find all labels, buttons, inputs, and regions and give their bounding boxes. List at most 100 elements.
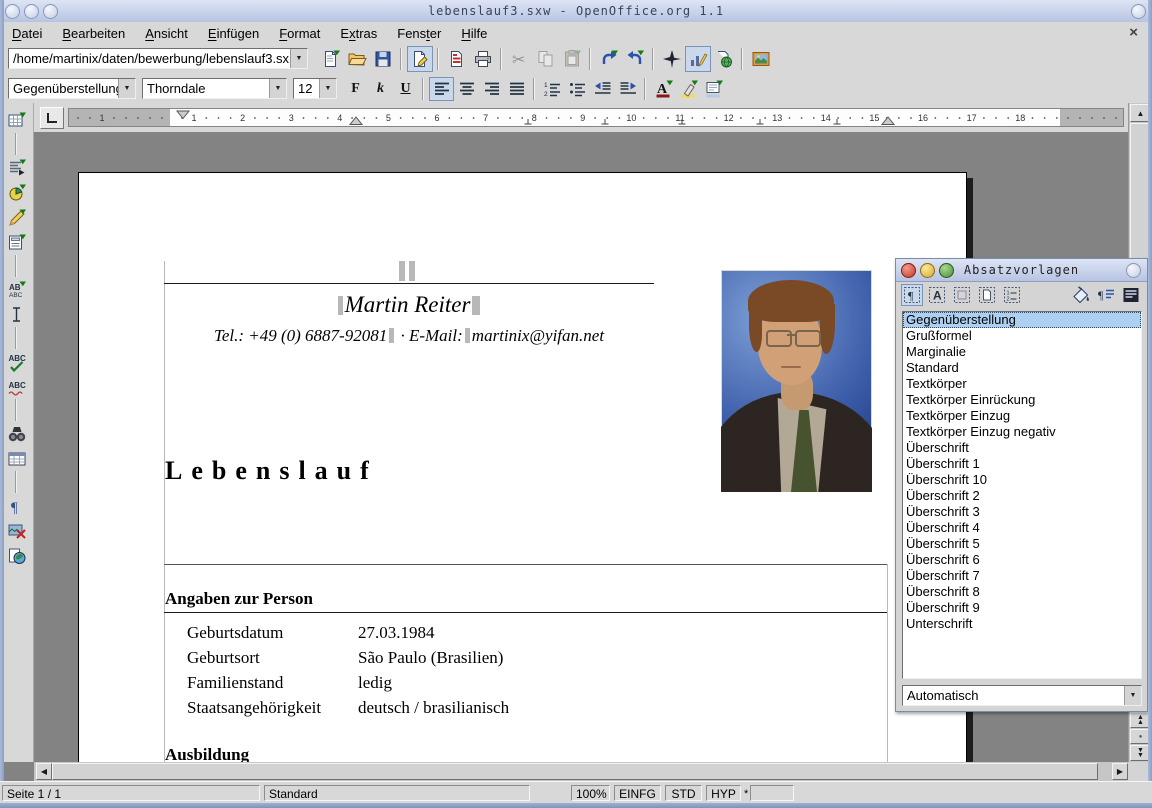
doc-heading[interactable]: Lebenslauf	[165, 456, 378, 486]
style-item-textk-rper[interactable]: Textkörper	[903, 376, 1141, 392]
auto-spellcheck-button[interactable]: ABC	[4, 374, 30, 399]
tab-selector-button[interactable]	[40, 107, 64, 129]
print-button[interactable]	[470, 46, 496, 72]
bullet-list-button[interactable]	[565, 77, 590, 101]
doc-section-education[interactable]: Ausbildung	[165, 745, 249, 762]
align-left-button[interactable]	[429, 77, 454, 101]
menu-format[interactable]: Format	[279, 26, 320, 41]
style-item--berschrift-4[interactable]: Überschrift 4	[903, 520, 1141, 536]
stylist-button[interactable]	[685, 46, 711, 72]
style-item-textk-rper-einr-ckung[interactable]: Textkörper Einrückung	[903, 392, 1141, 408]
style-item--berschrift[interactable]: Überschrift	[903, 440, 1141, 456]
scroll-left-button[interactable]: ◀	[36, 763, 52, 780]
navigator-button[interactable]	[659, 46, 685, 72]
menu-fenster[interactable]: Fenster	[397, 26, 441, 41]
insert-button[interactable]	[4, 155, 30, 180]
style-item-marginalie[interactable]: Marginalie	[903, 344, 1141, 360]
style-item--berschrift-1[interactable]: Überschrift 1	[903, 456, 1141, 472]
numbered-list-button[interactable]: 12	[540, 77, 565, 101]
copy-button[interactable]	[533, 46, 559, 72]
spellcheck-button[interactable]: ABC	[4, 349, 30, 374]
horizontal-ruler[interactable]: 1123456789101112131415161718	[68, 108, 1124, 127]
style-item--berschrift-2[interactable]: Überschrift 2	[903, 488, 1141, 504]
style-item-gru-formel[interactable]: Grußformel	[903, 328, 1141, 344]
paragraph-background-button[interactable]	[701, 77, 726, 101]
style-item--berschrift-6[interactable]: Überschrift 6	[903, 552, 1141, 568]
doc-name-line[interactable]: Martin Reiter	[164, 292, 654, 318]
menu-hilfe[interactable]: Hilfe	[461, 26, 487, 41]
menu-bearbeiten[interactable]: Bearbeiten	[62, 26, 125, 41]
gallery-button[interactable]	[748, 46, 774, 72]
edit-file-button[interactable]	[407, 46, 433, 72]
style-item-standard[interactable]: Standard	[903, 360, 1141, 376]
online-layout-button[interactable]	[4, 543, 30, 568]
dropdown-arrow-icon[interactable]: ▼	[319, 79, 336, 98]
page-styles-button[interactable]	[976, 284, 998, 306]
numbering-styles-button[interactable]: 12	[1001, 284, 1023, 306]
doc-contact-line[interactable]: Tel.: +49 (0) 6887-92081 · E-Mail:martin…	[164, 326, 654, 346]
italic-button[interactable]: k	[368, 77, 393, 101]
status-hyperlink-mode[interactable]: HYP	[706, 785, 741, 801]
style-item--berschrift-8[interactable]: Überschrift 8	[903, 584, 1141, 600]
undo-button[interactable]	[596, 46, 622, 72]
style-filter-combobox[interactable]: Automatisch ▼	[902, 685, 1142, 706]
align-right-button[interactable]	[479, 77, 504, 101]
paste-button[interactable]	[559, 46, 585, 72]
highlighting-button[interactable]	[676, 77, 701, 101]
align-center-button[interactable]	[454, 77, 479, 101]
close-document-button[interactable]: ×	[1129, 26, 1138, 40]
direct-cursor-button[interactable]	[4, 302, 30, 327]
style-item--berschrift-9[interactable]: Überschrift 9	[903, 600, 1141, 616]
dropdown-arrow-icon[interactable]: ▼	[269, 79, 286, 98]
style-list[interactable]: GegenüberstellungGrußformelMarginalieSta…	[902, 311, 1142, 679]
style-item--berschrift-7[interactable]: Überschrift 7	[903, 568, 1141, 584]
bold-button[interactable]: F	[343, 77, 368, 101]
paragraph-styles-button[interactable]: ¶	[901, 284, 923, 306]
dropdown-arrow-icon[interactable]: ▼	[1124, 686, 1141, 705]
draw-functions-button[interactable]	[4, 205, 30, 230]
menu-datei[interactable]: Datei	[12, 26, 42, 41]
menu-ansicht[interactable]: Ansicht	[145, 26, 188, 41]
font-size-combobox[interactable]: 12 ▼	[293, 78, 337, 99]
status-zoom[interactable]: 100%	[571, 785, 610, 801]
open-button[interactable]	[344, 46, 370, 72]
hyperlink-button[interactable]	[711, 46, 737, 72]
indent-decrease-button[interactable]	[590, 77, 615, 101]
menu-extras[interactable]: Extras	[340, 26, 377, 41]
style-item-gegen-berstellung[interactable]: Gegenüberstellung	[903, 312, 1141, 328]
style-item-textk-rper-einzug-negativ[interactable]: Textkörper Einzug negativ	[903, 424, 1141, 440]
style-item--berschrift-5[interactable]: Überschrift 5	[903, 536, 1141, 552]
redo-button[interactable]	[622, 46, 648, 72]
horizontal-scroll-thumb[interactable]	[52, 763, 1098, 780]
font-name-combobox[interactable]: Thorndale ▼	[142, 78, 287, 99]
dropdown-arrow-icon[interactable]: ▼	[118, 79, 135, 98]
dropdown-arrow-icon[interactable]: ▼	[290, 49, 307, 68]
autotext-button[interactable]: ABABC	[4, 277, 30, 302]
frame-styles-button[interactable]	[951, 284, 973, 306]
graphics-onoff-button[interactable]	[4, 518, 30, 543]
justify-button[interactable]	[504, 77, 529, 101]
status-insert-mode[interactable]: EINFG	[614, 785, 661, 801]
new-style-from-selection-button[interactable]: ¶	[1095, 284, 1117, 306]
export-pdf-button[interactable]	[444, 46, 470, 72]
horizontal-scrollbar[interactable]: ◀ ▶	[34, 762, 1128, 781]
indent-increase-button[interactable]	[615, 77, 640, 101]
stylist-titlebar[interactable]: Absatzvorlagen	[896, 259, 1147, 282]
form-functions-button[interactable]	[4, 230, 30, 255]
insert-object-button[interactable]	[4, 180, 30, 205]
insert-table-button[interactable]	[4, 108, 30, 133]
style-item-unterschrift[interactable]: Unterschrift	[903, 616, 1141, 632]
save-button[interactable]	[370, 46, 396, 72]
fill-format-mode-button[interactable]	[1070, 284, 1092, 306]
update-style-button[interactable]	[1120, 284, 1142, 306]
menu-einfgen[interactable]: Einfügen	[208, 26, 259, 41]
style-item--berschrift-3[interactable]: Überschrift 3	[903, 504, 1141, 520]
status-selection-mode[interactable]: STD	[665, 785, 702, 801]
new-document-button[interactable]	[318, 46, 344, 72]
find-replace-button[interactable]	[4, 421, 30, 446]
scroll-right-button[interactable]: ▶	[1112, 763, 1128, 780]
nonprinting-characters-button[interactable]: ¶	[4, 493, 30, 518]
character-styles-button[interactable]: A	[926, 284, 948, 306]
style-item-textk-rper-einzug[interactable]: Textkörper Einzug	[903, 408, 1141, 424]
url-combobox[interactable]: /home/martinix/daten/bewerbung/lebenslau…	[8, 48, 308, 69]
